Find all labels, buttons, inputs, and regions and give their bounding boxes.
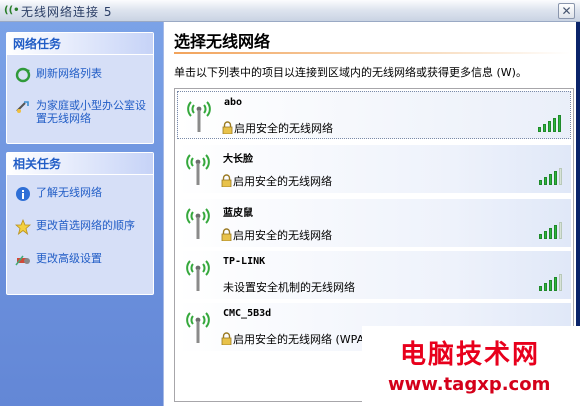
network-tasks-title[interactable]: 网络任务: [7, 33, 153, 55]
network-ssid: abo: [224, 97, 243, 108]
security-status: 启用安全的无线网络: [233, 175, 332, 188]
signal-strength-icon: [539, 221, 563, 239]
related-tasks-panel: 相关任务 了解无线网络 更改首选网络的顺序 更改高级设置: [6, 152, 154, 295]
setup-wizard-icon: [15, 99, 31, 115]
task-advanced-settings[interactable]: 更改高级设置: [15, 252, 102, 268]
close-button[interactable]: ✕: [558, 3, 575, 19]
task-learn-label: 了解无线网络: [36, 186, 102, 199]
wireless-antenna-icon: [185, 257, 211, 293]
info-icon: [15, 186, 31, 202]
network-item[interactable]: 蓝皮鼠启用安全的无线网络: [177, 199, 571, 247]
title-divider: [174, 52, 570, 54]
network-tasks-panel: 网络任务 刷新网络列表 为家庭或小型办公室设置无线网络: [6, 32, 154, 144]
network-item[interactable]: abo 启用安全的无线网络: [177, 91, 571, 139]
refresh-icon: [15, 67, 31, 83]
network-item[interactable]: TP-LINK 未设置安全机制的无线网络: [177, 251, 571, 299]
task-refresh-list[interactable]: 刷新网络列表: [15, 67, 102, 83]
page-title: 选择无线网络: [174, 32, 271, 51]
signal-strength-icon: [539, 167, 563, 185]
task-learn-wireless[interactable]: 了解无线网络: [15, 186, 102, 202]
task-sidebar: 网络任务 刷新网络列表 为家庭或小型办公室设置无线网络 相关任务 了解无线网络 …: [0, 22, 163, 406]
lock-icon: [222, 119, 233, 135]
instructions-text: 单击以下列表中的项目以连接到区域内的无线网络或获得更多信息 (W)。: [174, 66, 527, 79]
task-setup-label: 为家庭或小型办公室设置无线网络: [36, 99, 146, 125]
wireless-antenna-icon: [185, 205, 211, 241]
security-status: 启用安全的无线网络: [233, 229, 332, 242]
network-ssid: TP-LINK: [223, 256, 266, 267]
security-status: 启用安全的无线网络 (WPA): [233, 333, 369, 346]
wireless-antenna-icon: [185, 309, 211, 345]
window-title: 无线网络连接 5: [21, 5, 113, 19]
related-tasks-title[interactable]: 相关任务: [7, 153, 153, 175]
watermark-url: www.tagxp.com: [388, 374, 551, 395]
wireless-connection-window: ((• 无线网络连接 5 ✕ 网络任务 刷新网络列表 为家庭或小型办公室设置无线…: [0, 0, 580, 406]
task-advanced-label: 更改高级设置: [36, 252, 102, 265]
network-item[interactable]: 大长脸启用安全的无线网络: [177, 145, 571, 193]
signal-strength-icon: [538, 114, 562, 132]
lock-icon: [221, 330, 232, 346]
lock-icon: [221, 226, 232, 242]
task-setup-network[interactable]: 为家庭或小型办公室设置无线网络: [15, 99, 150, 125]
settings-icon: [15, 252, 31, 268]
star-icon: [14, 218, 32, 236]
wireless-antenna-icon: [185, 151, 211, 187]
network-ssid: CMC_5B3d: [223, 308, 272, 319]
network-ssid: 蓝皮鼠: [223, 208, 253, 219]
lock-icon: [221, 172, 232, 188]
security-status: 未设置安全机制的无线网络: [223, 281, 355, 294]
network-ssid: 大长脸: [223, 154, 253, 165]
watermark-title: 电脑技术网: [400, 340, 541, 370]
task-refresh-label: 刷新网络列表: [36, 67, 102, 80]
security-status: 启用安全的无线网络: [234, 122, 333, 135]
task-change-order-label: 更改首选网络的顺序: [36, 219, 135, 232]
wireless-icon: ((•: [4, 5, 20, 16]
signal-strength-icon: [539, 273, 563, 291]
task-change-order[interactable]: 更改首选网络的顺序: [14, 218, 135, 236]
title-bar[interactable]: ((• 无线网络连接 5 ✕: [0, 0, 580, 22]
wireless-antenna-icon: [186, 98, 212, 134]
